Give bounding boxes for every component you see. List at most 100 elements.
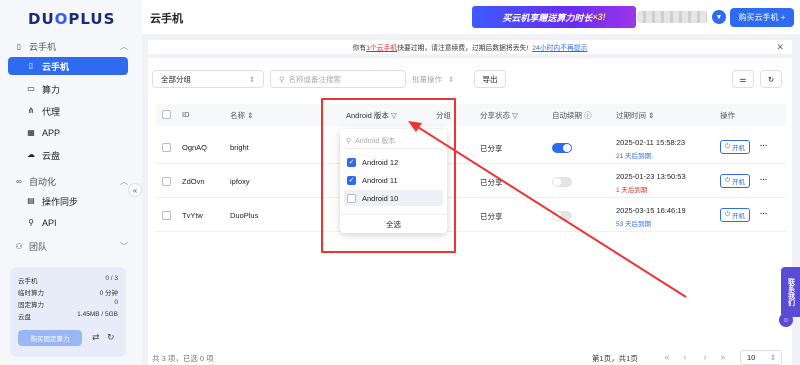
- nav-group-team[interactable]: ⚇ 团队 ﹀: [14, 240, 128, 253]
- sidebar-item-compute[interactable]: ▭ 算力: [8, 80, 128, 98]
- stat-label: 云手机: [18, 278, 38, 285]
- table-row[interactable]: ZdOvn ipfoxy 已分享 2025-01-23 13:50:53 1 天…: [156, 166, 786, 198]
- row-expire: 2025-02-11 15:58:23: [616, 138, 686, 147]
- search-placeholder: 名称或备注搜索: [288, 74, 342, 84]
- updown-icon: ⇕: [448, 74, 455, 84]
- row-expire: 2025-03-15 16:46:19: [616, 206, 686, 215]
- sidebar-item-app[interactable]: ▦ APP: [8, 124, 128, 142]
- sidebar-item-label: 云手机: [42, 61, 70, 72]
- proxy-icon: ⋔: [27, 106, 35, 115]
- power-icon: ⏻: [725, 177, 731, 184]
- refresh-button[interactable]: ↻: [760, 70, 782, 88]
- prev-page-icon[interactable]: ‹: [678, 350, 692, 364]
- close-icon[interactable]: ✕: [776, 42, 784, 53]
- buy-fixed-compute-button[interactable]: 购买固定算力: [18, 330, 82, 346]
- sidebar-item-cloud-phone[interactable]: ▯ 云手机: [8, 57, 128, 75]
- row-name: DuoPlus: [230, 211, 259, 220]
- dismiss-24h-link[interactable]: 24小时内不再提示: [532, 42, 587, 52]
- power-on-button[interactable]: ⏻ 开机: [720, 174, 750, 188]
- sidebar-item-cloud-disk[interactable]: ☁ 云盘: [8, 146, 128, 164]
- group-select[interactable]: 全部分组 ⇕: [152, 70, 264, 88]
- chevron-down-icon[interactable]: ▼: [712, 10, 726, 24]
- toggle-knob: [553, 212, 561, 220]
- monitor-icon: ▭: [27, 84, 35, 93]
- sidebar-item-label: 云盘: [42, 150, 61, 161]
- chevron-up-icon: ︿: [120, 177, 128, 186]
- row-checkbox[interactable]: [162, 211, 171, 220]
- auto-renew-toggle[interactable]: [552, 211, 572, 221]
- notice-text: 你有: [352, 45, 367, 52]
- refresh-icon[interactable]: ↻: [107, 332, 115, 343]
- batch-label: 批量操作: [412, 74, 442, 84]
- stat-row: 固定算力 0: [18, 299, 118, 309]
- infinity-icon: ∞: [16, 176, 22, 186]
- logo[interactable]: DUOPLUS: [28, 10, 115, 28]
- power-on-button[interactable]: ⏻ 开机: [720, 208, 750, 222]
- col-share[interactable]: 分享状态 ▽: [480, 110, 518, 121]
- search-icon: ⚲: [279, 74, 285, 84]
- row-share: 已分享: [480, 178, 503, 187]
- power-label: 开机: [731, 145, 745, 152]
- table-row[interactable]: OgnAQ bright 已分享 2025-02-11 15:58:23 21 …: [156, 132, 786, 164]
- header: 云手机 买云机 享赠送算力时长 ×3! ▼ 购买云手机 +: [142, 0, 800, 34]
- page-size-value: 10: [747, 353, 756, 362]
- transfer-icon[interactable]: ⇄: [92, 332, 100, 343]
- more-icon[interactable]: ···: [760, 209, 768, 218]
- row-checkbox[interactable]: [162, 143, 171, 152]
- sliders-icon: ⚌: [739, 74, 747, 84]
- power-icon: ⏻: [725, 143, 731, 150]
- settings-sliders-button[interactable]: ⚌: [732, 70, 754, 88]
- more-icon[interactable]: ···: [760, 141, 768, 150]
- auto-renew-toggle[interactable]: [552, 143, 572, 153]
- sidebar-item-label: 操作同步: [42, 196, 79, 207]
- table-header: ID 名称 ⇕ Android 版本 ▽ 分组 分享状态 ▽ 自动续期 ⓘ 过期…: [156, 104, 786, 126]
- contact-us-tab[interactable]: 联系我们: [781, 267, 800, 317]
- sort-icon: ⇕: [648, 111, 655, 120]
- collapse-sidebar-button[interactable]: «: [128, 183, 142, 197]
- sidebar-item-api[interactable]: ⚲ API: [8, 214, 128, 232]
- search-input[interactable]: ⚲ 名称或备注搜索: [270, 70, 406, 88]
- first-page-icon[interactable]: «: [660, 350, 674, 364]
- next-page-icon[interactable]: ›: [698, 350, 712, 364]
- buy-cloud-phone-button[interactable]: 购买云手机 +: [730, 8, 794, 27]
- col-expire[interactable]: 过期时间 ⇕: [616, 110, 654, 121]
- updown-icon: ⇕: [769, 353, 776, 362]
- row-checkbox[interactable]: [162, 177, 171, 186]
- promo-highlight: ×3!: [592, 12, 606, 22]
- nav-group-label: 团队: [29, 242, 48, 252]
- account-name[interactable]: [637, 11, 707, 23]
- power-on-button[interactable]: ⏻ 开机: [720, 140, 750, 154]
- more-icon[interactable]: ···: [760, 175, 768, 184]
- notice-count-link[interactable]: 1个云手机: [366, 42, 397, 52]
- stat-value: 0 / 3: [105, 275, 118, 282]
- promo-text: 享赠送算力时长: [529, 12, 593, 23]
- sidebar-item-sync[interactable]: ▤ 操作同步: [8, 192, 128, 210]
- stat-value: 1.45MB / 5GB: [77, 311, 118, 318]
- stat-value: 0 分钟: [99, 290, 118, 297]
- export-button[interactable]: 导出: [474, 70, 506, 88]
- chat-icon[interactable]: ☺: [779, 313, 793, 327]
- select-all-checkbox[interactable]: [162, 110, 171, 119]
- page-size-select[interactable]: 10 ⇕: [740, 350, 782, 365]
- promo-text: 买云机: [502, 12, 530, 23]
- table-row[interactable]: TvYtw DuoPlus 已分享 2025-03-15 16:46:19 53…: [156, 200, 786, 232]
- stat-value: 0: [114, 299, 118, 306]
- info-icon[interactable]: ⓘ: [584, 111, 592, 120]
- highlight-box: [321, 98, 456, 253]
- sidebar-item-proxy[interactable]: ⋔ 代理: [8, 102, 128, 120]
- stat-row: 临时算力 0 分钟: [18, 287, 118, 297]
- nav-group-automation[interactable]: ∞ 自动化 ︿: [14, 175, 128, 188]
- sidebar-item-label: APP: [42, 128, 61, 138]
- promo-banner[interactable]: 买云机 享赠送算力时长 ×3!: [472, 6, 636, 28]
- chevron-up-icon: ︿: [120, 42, 128, 51]
- auto-renew-toggle[interactable]: [552, 177, 572, 187]
- batch-operation-select[interactable]: 批量操作 ⇕: [404, 70, 468, 88]
- row-id: ZdOvn: [182, 177, 205, 186]
- toggle-knob: [563, 144, 571, 152]
- last-page-icon[interactable]: »: [716, 350, 730, 364]
- row-remaining: 53 天后到期: [616, 221, 652, 228]
- nav-group-cloud-phone[interactable]: ▯ 云手机 ︿: [14, 40, 128, 53]
- col-name[interactable]: 名称 ⇕: [230, 110, 253, 121]
- row-share: 已分享: [480, 212, 503, 221]
- filter-icon[interactable]: ▽: [512, 111, 518, 120]
